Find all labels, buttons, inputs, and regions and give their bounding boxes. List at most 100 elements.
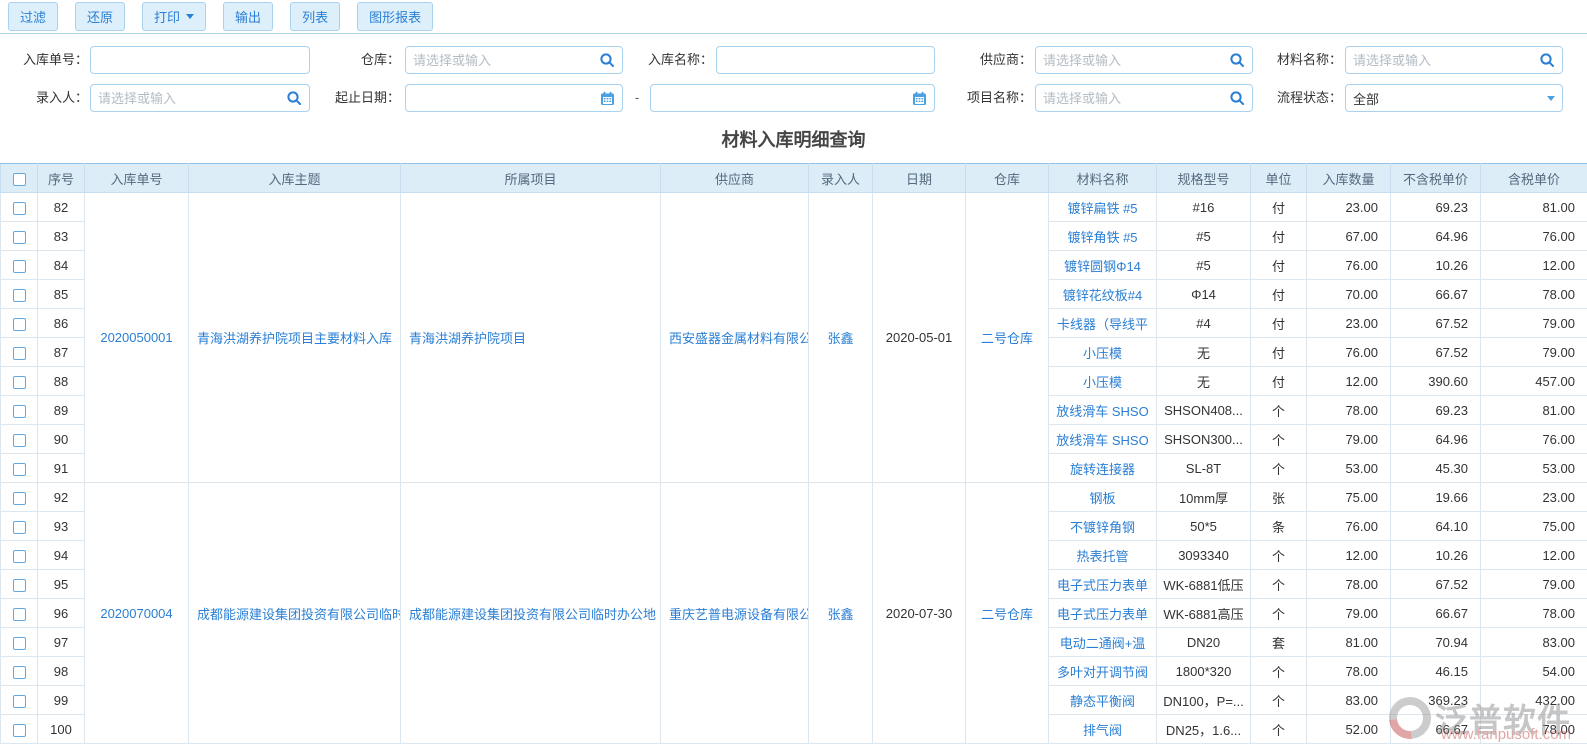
recorder-input[interactable] xyxy=(98,90,286,106)
subject-link[interactable]: 青海洪湖养护院项目主要材料入库 xyxy=(188,192,401,483)
row-checkbox[interactable] xyxy=(12,230,26,244)
search-icon[interactable] xyxy=(1229,90,1245,106)
date-from-field[interactable] xyxy=(405,84,623,112)
row-checkbox[interactable] xyxy=(12,665,26,679)
project-link[interactable]: 成都能源建设集团投资有限公司临时办公地 xyxy=(400,482,661,744)
supplier-link[interactable]: 西安盛器金属材料有限公司 xyxy=(660,192,809,483)
row-checkbox[interactable] xyxy=(12,201,26,215)
recorder-field[interactable] xyxy=(90,84,310,112)
select-all-checkbox[interactable] xyxy=(12,172,26,186)
material-link[interactable]: 多叶对开调节阀 xyxy=(1048,656,1157,686)
unit-cell: 付 xyxy=(1250,221,1307,251)
row-checkbox[interactable] xyxy=(12,404,26,418)
print-button[interactable]: 打印 xyxy=(142,2,207,31)
material-link[interactable]: 放线滑车 SHSO xyxy=(1048,395,1157,425)
price-inc-cell: 12.00 xyxy=(1480,250,1587,280)
row-checkbox[interactable] xyxy=(12,520,26,534)
material-link[interactable]: 电子式压力表单 xyxy=(1048,569,1157,599)
material-link[interactable]: 旋转连接器 xyxy=(1048,453,1157,483)
row-checkbox[interactable] xyxy=(12,491,26,505)
search-icon[interactable] xyxy=(599,52,615,68)
warehouse-input[interactable] xyxy=(413,52,599,68)
seq-cell: 82 xyxy=(37,192,85,222)
price-inc-cell: 53.00 xyxy=(1480,453,1587,483)
date-to-input[interactable] xyxy=(658,90,912,106)
project-name-field[interactable] xyxy=(1035,84,1253,112)
entry-no-input[interactable] xyxy=(98,52,302,68)
row-checkbox[interactable] xyxy=(12,288,26,302)
row-checkbox[interactable] xyxy=(12,636,26,650)
material-link[interactable]: 钢板 xyxy=(1048,482,1157,512)
search-icon[interactable] xyxy=(1229,52,1245,68)
material-link[interactable]: 放线滑车 SHSO xyxy=(1048,424,1157,454)
price-ex-cell: 66.67 xyxy=(1390,714,1481,744)
warehouse-link[interactable]: 二号仓库 xyxy=(965,192,1049,483)
date-to-field[interactable] xyxy=(650,84,935,112)
material-name-input[interactable] xyxy=(1353,52,1539,68)
price-ex-cell: 10.26 xyxy=(1390,250,1481,280)
row-checkbox[interactable] xyxy=(12,549,26,563)
material-link[interactable]: 热表托管 xyxy=(1048,540,1157,570)
material-link[interactable]: 电子式压力表单 xyxy=(1048,598,1157,628)
row-checkbox[interactable] xyxy=(12,433,26,447)
row-checkbox[interactable] xyxy=(12,375,26,389)
calendar-icon[interactable] xyxy=(912,91,927,106)
material-link[interactable]: 镀锌圆钢Φ14 xyxy=(1048,250,1157,280)
price-inc-cell: 83.00 xyxy=(1480,627,1587,657)
search-icon[interactable] xyxy=(1539,52,1555,68)
seq-cell: 96 xyxy=(37,598,85,628)
export-button[interactable]: 输出 xyxy=(223,2,274,31)
seq-cell: 99 xyxy=(37,685,85,715)
search-icon[interactable] xyxy=(286,90,302,106)
row-checkbox[interactable] xyxy=(12,346,26,360)
material-link[interactable]: 小压模 xyxy=(1048,366,1157,396)
print-button-label: 打印 xyxy=(154,10,181,25)
order-no-link[interactable]: 2020070004 xyxy=(84,482,189,744)
col-header: 序号 xyxy=(37,163,85,193)
material-link[interactable]: 镀锌扁铁 #5 xyxy=(1048,192,1157,222)
list-button[interactable]: 列表 xyxy=(290,2,341,31)
calendar-icon[interactable] xyxy=(600,91,615,106)
supplier-link[interactable]: 重庆艺普电源设备有限公司 xyxy=(660,482,809,744)
qty-cell: 70.00 xyxy=(1306,279,1391,309)
recorder-link[interactable]: 张鑫 xyxy=(808,192,873,483)
row-checkbox[interactable] xyxy=(12,607,26,621)
material-link[interactable]: 镀锌角铁 #5 xyxy=(1048,221,1157,251)
price-ex-cell: 369.23 xyxy=(1390,685,1481,715)
flow-status-select[interactable]: 全部 xyxy=(1345,84,1563,112)
subject-link[interactable]: 成都能源建设集团投资有限公司临时 xyxy=(188,482,401,744)
recorder-link[interactable]: 张鑫 xyxy=(808,482,873,744)
row-checkbox[interactable] xyxy=(12,462,26,476)
material-link[interactable]: 卡线器（导线平 xyxy=(1048,308,1157,338)
supplier-input[interactable] xyxy=(1043,52,1229,68)
row-checkbox[interactable] xyxy=(12,723,26,737)
project-name-input[interactable] xyxy=(1043,90,1229,106)
row-checkbox[interactable] xyxy=(12,578,26,592)
material-link[interactable]: 镀锌花纹板#4 xyxy=(1048,279,1157,309)
seq-cell: 87 xyxy=(37,337,85,367)
chart-report-button[interactable]: 图形报表 xyxy=(357,2,434,31)
material-name-field[interactable] xyxy=(1345,46,1563,74)
row-checkbox[interactable] xyxy=(12,694,26,708)
material-link[interactable]: 电动二通阀+温 xyxy=(1048,627,1157,657)
material-link[interactable]: 小压模 xyxy=(1048,337,1157,367)
warehouse-field[interactable] xyxy=(405,46,623,74)
entry-name-input[interactable] xyxy=(724,52,927,68)
date-from-input[interactable] xyxy=(413,90,600,106)
warehouse-link[interactable]: 二号仓库 xyxy=(965,482,1049,744)
material-link[interactable]: 不镀锌角钢 xyxy=(1048,511,1157,541)
filter-button[interactable]: 过滤 xyxy=(8,2,59,31)
price-inc-cell: 54.00 xyxy=(1480,656,1587,686)
entry-no-field[interactable] xyxy=(90,46,310,74)
project-link[interactable]: 青海洪湖养护院项目 xyxy=(400,192,661,483)
restore-button[interactable]: 还原 xyxy=(75,2,126,31)
material-link[interactable]: 排气阀 xyxy=(1048,714,1157,744)
material-link[interactable]: 静态平衡阀 xyxy=(1048,685,1157,715)
seq-cell: 89 xyxy=(37,395,85,425)
row-checkbox[interactable] xyxy=(12,259,26,273)
supplier-field[interactable] xyxy=(1035,46,1253,74)
entry-name-field[interactable] xyxy=(716,46,935,74)
qty-cell: 78.00 xyxy=(1306,656,1391,686)
order-no-link[interactable]: 2020050001 xyxy=(84,192,189,483)
row-checkbox[interactable] xyxy=(12,317,26,331)
